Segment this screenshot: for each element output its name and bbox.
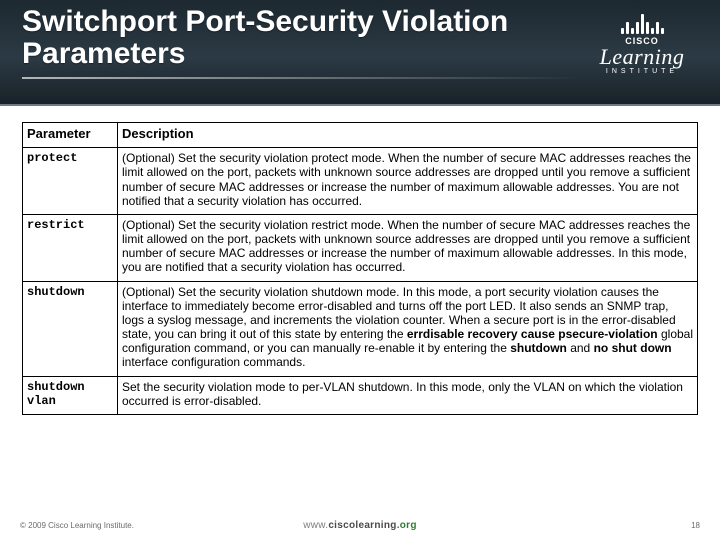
footer-url: www.ciscolearning.org (303, 520, 417, 531)
url-suffix: .org (397, 520, 417, 531)
param-cell: shutdown (23, 281, 118, 376)
table-row: shutdown (Optional) Set the security vio… (23, 281, 698, 376)
table-header-row: Parameter Description (23, 123, 698, 148)
desc-cell: Set the security violation mode to per-V… (118, 376, 698, 414)
parameters-table: Parameter Description protect (Optional)… (22, 122, 698, 415)
desc-text: and (567, 341, 594, 355)
header-parameter: Parameter (23, 123, 118, 148)
page-number: 18 (691, 521, 700, 530)
header-description: Description (118, 123, 698, 148)
desc-cell: (Optional) Set the security violation pr… (118, 148, 698, 215)
cmd-no-shut-down: no shut down (594, 341, 672, 355)
cisco-bars-icon (582, 12, 702, 34)
desc-cell: (Optional) Set the security violation re… (118, 214, 698, 281)
logo-line1: Learning (582, 44, 702, 70)
table-row: shutdown vlan Set the security violation… (23, 376, 698, 414)
slide-title: Switchport Port-Security Violation Param… (22, 6, 570, 71)
slide-body: Parameter Description protect (Optional)… (0, 106, 720, 415)
cmd-errdisable: errdisable recovery cause psecure-violat… (407, 327, 658, 341)
param-cell: shutdown vlan (23, 376, 118, 414)
desc-text: interface configuration commands. (122, 355, 305, 369)
desc-cell: (Optional) Set the security violation sh… (118, 281, 698, 376)
slide-footer: © 2009 Cisco Learning Institute. www.cis… (0, 516, 720, 534)
table-row: restrict (Optional) Set the security vio… (23, 214, 698, 281)
title-block: Switchport Port-Security Violation Param… (22, 6, 570, 79)
table-row: protect (Optional) Set the security viol… (23, 148, 698, 215)
copyright-text: © 2009 Cisco Learning Institute. (20, 521, 134, 530)
slide-header: Switchport Port-Security Violation Param… (0, 0, 720, 106)
title-underline (22, 77, 582, 79)
cisco-learning-logo: CISCO Learning INSTITUTE (582, 12, 702, 75)
param-cell: protect (23, 148, 118, 215)
cmd-shutdown: shutdown (510, 341, 567, 355)
slide: Switchport Port-Security Violation Param… (0, 0, 720, 540)
url-prefix: www. (303, 520, 328, 531)
url-main: ciscolearning (328, 520, 396, 531)
param-cell: restrict (23, 214, 118, 281)
